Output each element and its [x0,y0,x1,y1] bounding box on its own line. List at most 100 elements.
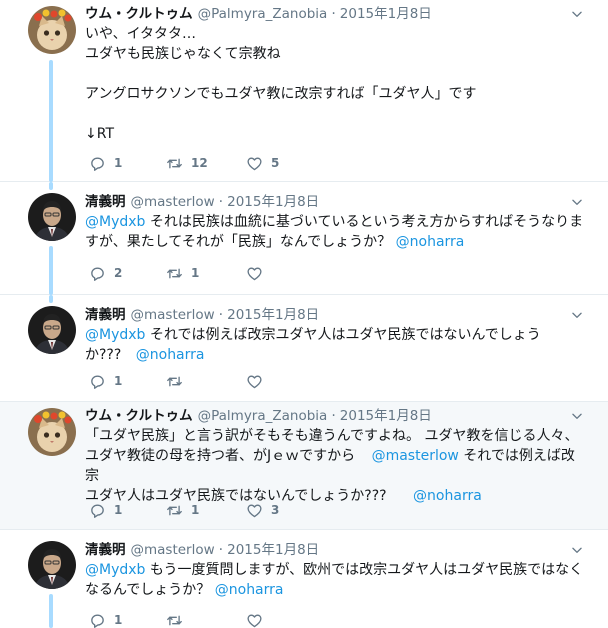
chevron-down-icon[interactable] [570,195,584,209]
tweet-text: いや、イタタタ… ユダヤも民族じゃなくて宗教ね アングロサクソンでもユダヤ教に改… [85,24,584,144]
tweet-4[interactable]: ウム・クルトゥム @Palmyra_Zanobia · 2015年1月8日 「ユ… [0,402,608,530]
mention-link[interactable]: @Mydxb [85,562,145,578]
timestamp[interactable]: 2015年1月8日 [227,541,319,559]
retweet-icon [166,373,183,390]
retweet-button[interactable] [166,610,191,628]
tweet-text-segment: か??? [85,347,126,363]
tweet-text-segment: ユダヤ教徒の母を持つ者、がJｅｗですから [85,448,360,464]
chevron-down-icon[interactable] [570,308,584,322]
thread-line [49,182,53,190]
tweet-text-line [85,64,584,84]
tweet-3[interactable]: 清義明 @masterlow · 2015年1月8日 @Mydxb それでは例え… [0,295,608,402]
retweet-count: 1 [191,503,200,517]
reply-icon [89,155,106,172]
tweet-text-line: アングロサクソンでもユダヤ教に改宗すれば「ユダヤ人」です [85,86,477,102]
tweet-2[interactable]: 清義明 @masterlow · 2015年1月8日 @Mydxb それは民族は… [0,182,608,295]
tweet-5[interactable]: 清義明 @masterlow · 2015年1月8日 @Mydxb もう一度質問… [0,530,608,628]
display-name[interactable]: 清義明 [85,193,126,211]
avatar[interactable] [28,541,76,589]
display-name[interactable]: ウム・クルトゥム [85,407,193,425]
like-button[interactable]: 3 [246,500,279,520]
retweet-button[interactable] [166,371,191,391]
conversation-thread: ウム・クルトゥム @Palmyra_Zanobia · 2015年1月8日 いや… [0,0,608,628]
tweet-text-line: ユダヤも民族じゃなくて宗教ね [85,46,281,62]
separator: · [331,408,336,424]
display-name[interactable]: ウム・クルトゥム [85,5,193,23]
like-count: 5 [271,156,280,170]
tweet-text-segment: なるんでしょうか？ [85,582,215,598]
mention-link[interactable]: @Mydxb [85,327,145,343]
mention-link[interactable]: @noharra [136,347,205,363]
man-avatar-icon [28,306,76,354]
retweet-count: 1 [191,266,200,280]
reply-button[interactable]: 2 [89,263,122,283]
heart-icon [246,155,263,172]
separator: · [331,6,336,22]
thread-line [49,246,53,295]
like-button[interactable] [246,371,271,391]
avatar[interactable] [28,6,76,54]
man-avatar-icon [28,193,76,241]
avatar[interactable] [28,408,76,456]
retweet-count: 12 [191,156,208,170]
chevron-down-icon[interactable] [570,7,584,21]
like-button[interactable] [246,263,271,283]
reply-count: 1 [114,374,123,388]
avatar[interactable] [28,306,76,354]
man-avatar-icon [28,541,76,589]
retweet-button[interactable]: 12 [166,153,208,173]
tweet-text: @Mydxb それは民族は血統に基づいているという考え方からすればそうなりま す… [85,212,584,252]
reply-icon [89,612,106,628]
separator: · [218,542,224,558]
timestamp[interactable]: 2015年1月8日 [340,407,432,425]
heart-icon [246,612,263,628]
timestamp[interactable]: 2015年1月8日 [340,5,432,23]
avatar[interactable] [28,193,76,241]
user-handle[interactable]: @masterlow [131,193,215,211]
reply-button[interactable]: 1 [89,500,122,520]
display-name[interactable]: 清義明 [85,306,126,324]
mention-link[interactable]: @noharra [215,582,284,598]
tweet-text-segment: すが、果たしてそれが「民族」なんでしょうか？ [85,234,396,250]
separator: · [218,194,224,210]
retweet-icon [166,502,183,519]
like-count: 3 [271,503,280,517]
mention-link[interactable]: @Mydxb [85,214,145,230]
tweet-text-segment: ユダヤ人はユダヤ民族ではないんでしょうか??? [85,488,392,504]
user-handle[interactable]: @Palmyra_Zanobia [198,5,328,23]
tweet-text: 「ユダヤ民族」と言う訳がそもそも違うんですよね。 ユダヤ教を信じる人々、 ユダヤ… [85,426,584,506]
tweet-text-segment: もう一度質問しますが、欧州では改宗ユダヤ人はユダヤ民族ではなく [145,562,584,578]
retweet-button[interactable]: 1 [166,263,199,283]
chevron-down-icon[interactable] [570,409,584,423]
timestamp[interactable]: 2015年1月8日 [227,193,319,211]
tweet-text: @Mydxb それでは例えば改宗ユダヤ人はユダヤ民族ではないんでしょう か???… [85,325,584,365]
tweet-text-line: ↓RT [85,126,114,142]
mention-link[interactable]: @noharra [413,488,482,504]
thread-line [49,594,53,628]
cat-avatar-icon [28,408,76,456]
retweet-button[interactable]: 1 [166,500,199,520]
user-handle[interactable]: @masterlow [131,541,215,559]
retweet-icon [166,612,183,628]
cat-avatar-icon [28,6,76,54]
thread-line [49,295,53,303]
display-name[interactable]: 清義明 [85,541,126,559]
heart-icon [246,502,263,519]
like-button[interactable] [246,610,271,628]
tweet-text-segment: それは民族は血統に基づいているという考え方からすればそうなりま [145,214,584,230]
separator: · [218,307,224,323]
reply-count: 1 [114,503,123,517]
mention-link[interactable]: @noharra [396,234,465,250]
like-button[interactable]: 5 [246,153,279,173]
reply-button[interactable]: 1 [89,610,122,628]
reply-button[interactable]: 1 [89,153,122,173]
mention-link[interactable]: @masterlow [372,448,459,464]
thread-line [49,60,53,182]
user-handle[interactable]: @masterlow [131,306,215,324]
chevron-down-icon[interactable] [570,543,584,557]
timestamp[interactable]: 2015年1月8日 [227,306,319,324]
reply-button[interactable]: 1 [89,371,122,391]
tweet-text-segment: それでは例えば改宗ユダヤ人はユダヤ民族ではないんでしょう [145,327,541,343]
user-handle[interactable]: @Palmyra_Zanobia [198,407,328,425]
tweet-1[interactable]: ウム・クルトゥム @Palmyra_Zanobia · 2015年1月8日 いや… [0,0,608,182]
